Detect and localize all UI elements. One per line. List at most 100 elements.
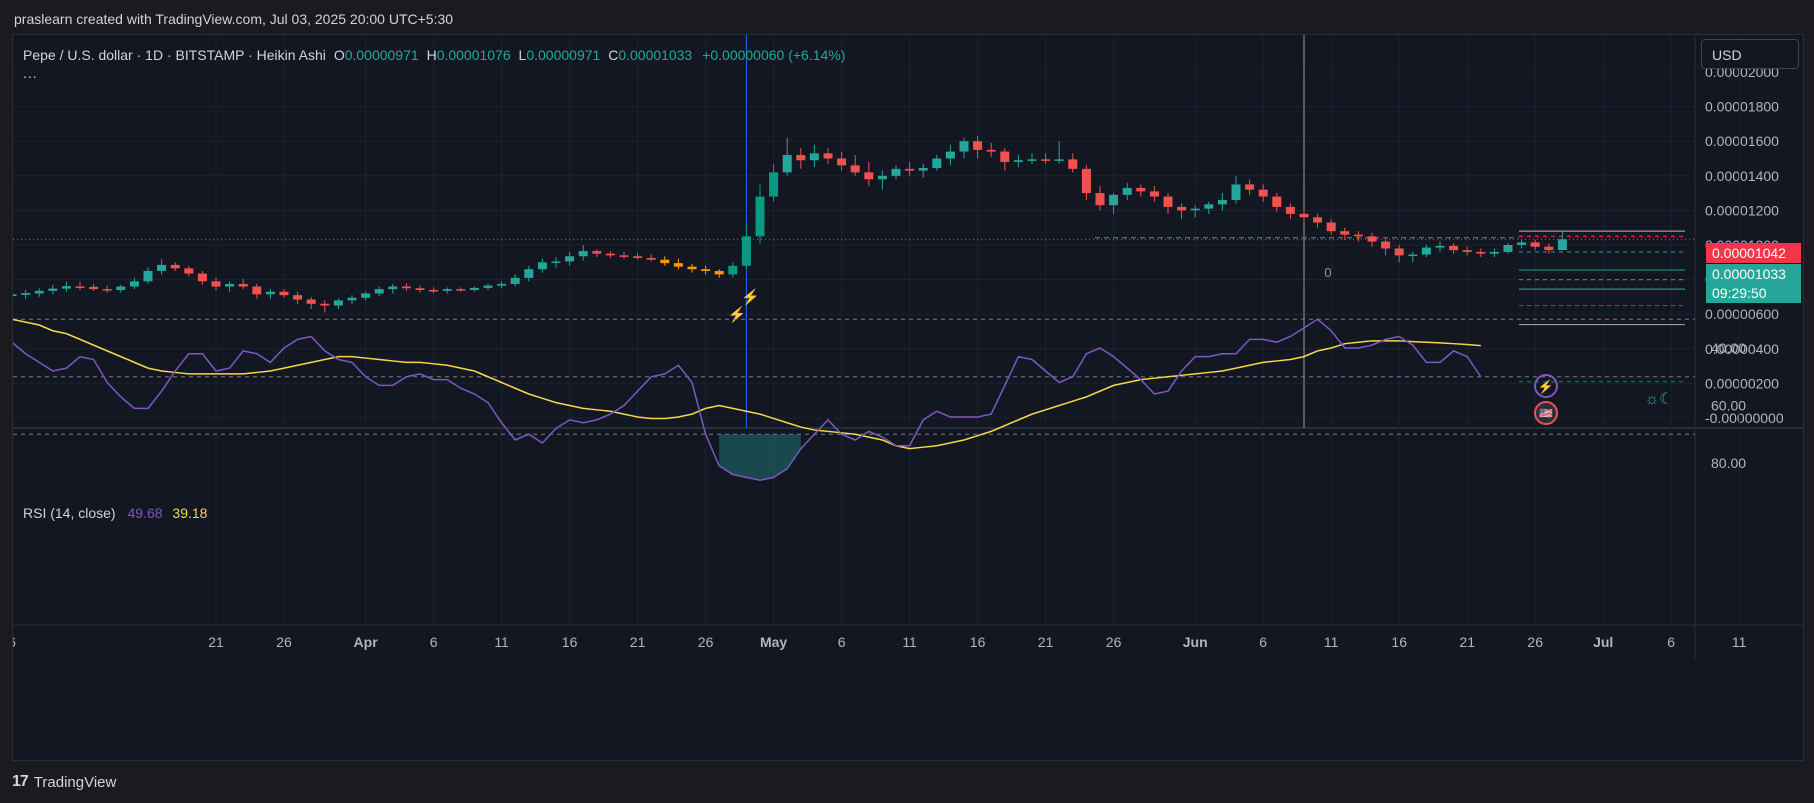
candle-body[interactable] bbox=[374, 289, 384, 294]
candle[interactable] bbox=[932, 155, 942, 171]
candle[interactable] bbox=[1000, 148, 1010, 171]
candle[interactable] bbox=[565, 251, 575, 266]
candle[interactable] bbox=[1136, 184, 1146, 197]
footer-brand[interactable]: TradingView bbox=[34, 774, 117, 791]
candle-body[interactable] bbox=[48, 288, 58, 291]
candle-body[interactable] bbox=[1530, 242, 1540, 247]
lightning-icon[interactable]: ⚡ bbox=[741, 288, 760, 306]
candle-body[interactable] bbox=[306, 299, 316, 304]
candle-body[interactable] bbox=[524, 269, 534, 278]
candle[interactable] bbox=[728, 262, 738, 278]
candle-body[interactable] bbox=[1285, 206, 1295, 214]
candle-body[interactable] bbox=[497, 283, 507, 286]
candle[interactable] bbox=[456, 287, 466, 292]
candle-body[interactable] bbox=[932, 158, 942, 169]
candle[interactable] bbox=[184, 265, 194, 277]
candle-body[interactable] bbox=[1122, 187, 1132, 195]
candle-body[interactable] bbox=[701, 269, 711, 271]
candle-body[interactable] bbox=[320, 303, 330, 306]
candle-body[interactable] bbox=[265, 291, 275, 295]
candle[interactable] bbox=[796, 148, 806, 169]
candle-body[interactable] bbox=[1177, 206, 1187, 211]
candle[interactable] bbox=[809, 144, 819, 168]
candle-body[interactable] bbox=[1435, 245, 1445, 248]
candle-body[interactable] bbox=[945, 151, 955, 159]
candle[interactable] bbox=[347, 295, 357, 304]
candle[interactable] bbox=[1095, 186, 1105, 211]
candle-body[interactable] bbox=[1068, 159, 1078, 169]
candle-body[interactable] bbox=[1204, 204, 1214, 209]
candle[interactable] bbox=[1204, 201, 1214, 214]
candle[interactable] bbox=[905, 161, 915, 176]
candle-body[interactable] bbox=[796, 155, 806, 161]
candle[interactable] bbox=[265, 289, 275, 299]
candle-body[interactable] bbox=[429, 289, 439, 292]
candle-body[interactable] bbox=[415, 288, 425, 290]
candle[interactable] bbox=[1476, 248, 1486, 258]
candle-body[interactable] bbox=[442, 289, 452, 291]
candle-body[interactable] bbox=[483, 285, 493, 288]
candle-body[interactable] bbox=[279, 291, 289, 296]
candle[interactable] bbox=[1041, 153, 1051, 164]
candle[interactable] bbox=[1149, 186, 1159, 202]
candle[interactable] bbox=[673, 258, 683, 270]
candle-body[interactable] bbox=[225, 283, 235, 287]
candle-body[interactable] bbox=[592, 251, 602, 254]
candle-body[interactable] bbox=[1517, 242, 1527, 245]
candle-body[interactable] bbox=[877, 175, 887, 180]
us-flag-icon[interactable]: 🇺🇸 bbox=[1534, 401, 1558, 425]
candle-body[interactable] bbox=[1149, 191, 1159, 197]
candle-body[interactable] bbox=[1326, 222, 1336, 232]
candle-body[interactable] bbox=[1299, 213, 1309, 218]
candle[interactable] bbox=[1326, 219, 1336, 235]
candle-body[interactable] bbox=[769, 172, 779, 197]
candle[interactable] bbox=[1353, 231, 1363, 242]
symbol-title[interactable]: Pepe / U.S. dollar · 1D · BITSTAMP · Hei… bbox=[23, 47, 326, 63]
candle[interactable] bbox=[524, 265, 534, 282]
candle-body[interactable] bbox=[1340, 231, 1350, 235]
candle[interactable] bbox=[769, 163, 779, 202]
candle-body[interactable] bbox=[1462, 250, 1472, 252]
candle-body[interactable] bbox=[551, 261, 561, 263]
candle-body[interactable] bbox=[905, 168, 915, 171]
candle[interactable] bbox=[1285, 203, 1295, 220]
candle-body[interactable] bbox=[1489, 251, 1499, 254]
candle[interactable] bbox=[537, 258, 547, 273]
candle-body[interactable] bbox=[891, 168, 901, 176]
candle[interactable] bbox=[361, 291, 371, 301]
candle-body[interactable] bbox=[361, 293, 371, 298]
candle-body[interactable] bbox=[973, 141, 983, 150]
lightning-icon[interactable]: ⚡ bbox=[728, 305, 747, 323]
candle-body[interactable] bbox=[238, 283, 248, 287]
candle-body[interactable] bbox=[850, 165, 860, 173]
candle-body[interactable] bbox=[1245, 184, 1255, 190]
candle-body[interactable] bbox=[347, 297, 357, 301]
candle-body[interactable] bbox=[1394, 248, 1404, 256]
candle[interactable] bbox=[469, 286, 479, 292]
candle[interactable] bbox=[238, 278, 248, 290]
candle-body[interactable] bbox=[1109, 194, 1119, 206]
candle[interactable] bbox=[415, 285, 425, 293]
candle[interactable] bbox=[973, 136, 983, 159]
candle-body[interactable] bbox=[116, 286, 126, 290]
candle[interactable] bbox=[592, 249, 602, 258]
candle[interactable] bbox=[864, 161, 874, 187]
candle[interactable] bbox=[1489, 248, 1499, 258]
candle[interactable] bbox=[837, 151, 847, 171]
candle-body[interactable] bbox=[1421, 247, 1431, 255]
tradingview-logo-icon[interactable]: 17 bbox=[12, 773, 29, 791]
candle[interactable] bbox=[701, 265, 711, 275]
candle-body[interactable] bbox=[252, 286, 262, 295]
candle-body[interactable] bbox=[687, 266, 697, 270]
candle[interactable] bbox=[687, 264, 697, 273]
candle[interactable] bbox=[755, 184, 765, 244]
candle[interactable] bbox=[13, 291, 17, 301]
candle-body[interactable] bbox=[1000, 151, 1010, 162]
candle[interactable] bbox=[986, 142, 996, 157]
candle-body[interactable] bbox=[619, 255, 629, 257]
candle-body[interactable] bbox=[837, 158, 847, 166]
candle[interactable] bbox=[61, 281, 71, 292]
candle[interactable] bbox=[510, 274, 520, 287]
candle[interactable] bbox=[157, 258, 167, 275]
candle-body[interactable] bbox=[1313, 217, 1323, 223]
